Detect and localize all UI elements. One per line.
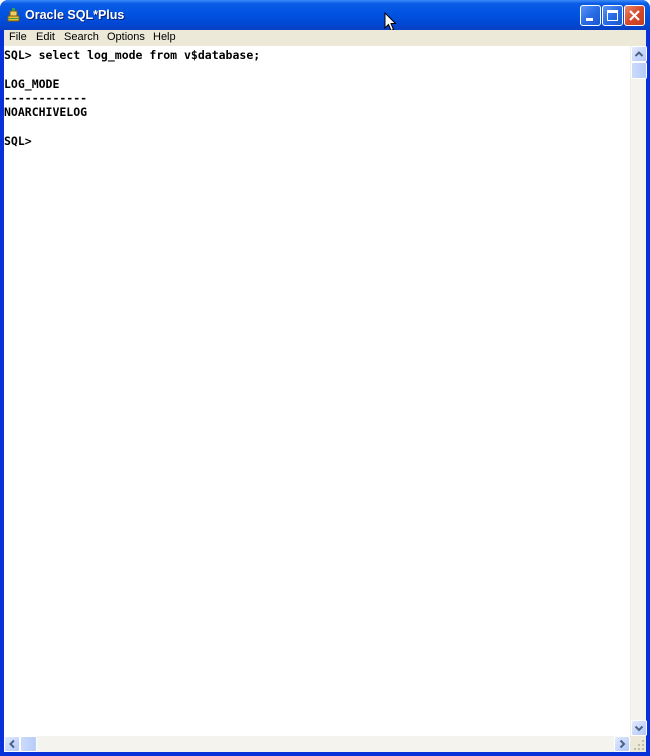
horizontal-scroll-thumb[interactable] [20, 736, 37, 752]
sql-console-output[interactable]: SQL> select log_mode from v$database; LO… [4, 46, 630, 736]
menu-options[interactable]: Options [107, 31, 145, 43]
scroll-left-button[interactable] [4, 736, 20, 752]
title-bar[interactable]: Oracle SQL*Plus [0, 0, 650, 30]
resize-grip-icon [634, 740, 644, 750]
arrow-up-icon [634, 51, 644, 57]
console-line-separator: ------------ [4, 91, 88, 105]
maximize-icon [607, 10, 618, 21]
minimize-button[interactable] [580, 5, 601, 26]
close-button[interactable] [624, 5, 645, 26]
menu-bar: File Edit Search Options Help [4, 30, 646, 46]
menu-edit[interactable]: Edit [36, 31, 55, 43]
window-title: Oracle SQL*Plus [25, 8, 125, 22]
menu-file[interactable]: File [9, 31, 27, 43]
arrow-down-icon [634, 725, 644, 732]
arrow-right-icon [619, 739, 626, 749]
console-line-result: NOARCHIVELOG [4, 105, 88, 119]
console-line-column-header: LOG_MODE [4, 77, 60, 91]
console-line-prompt: SQL> [4, 134, 32, 148]
maximize-button[interactable] [602, 5, 623, 26]
close-icon [629, 10, 640, 21]
sqlplus-window: Oracle SQL*Plus File Edit Search Options… [0, 0, 650, 756]
oracle-sqlplus-icon [7, 8, 20, 22]
size-grip[interactable] [630, 736, 646, 752]
minimize-icon [586, 18, 593, 21]
menu-help[interactable]: Help [153, 31, 176, 43]
horizontal-scrollbar[interactable] [4, 736, 630, 752]
arrow-left-icon [9, 739, 15, 749]
console-line-command: SQL> select log_mode from v$database; [4, 48, 261, 62]
menu-search[interactable]: Search [64, 31, 99, 43]
vertical-scroll-thumb[interactable] [631, 62, 647, 79]
scroll-down-button[interactable] [631, 720, 647, 736]
scroll-up-button[interactable] [631, 46, 647, 62]
console-client-area: SQL> select log_mode from v$database; LO… [4, 46, 647, 752]
scroll-right-button[interactable] [614, 736, 630, 752]
vertical-scrollbar[interactable] [630, 46, 647, 736]
